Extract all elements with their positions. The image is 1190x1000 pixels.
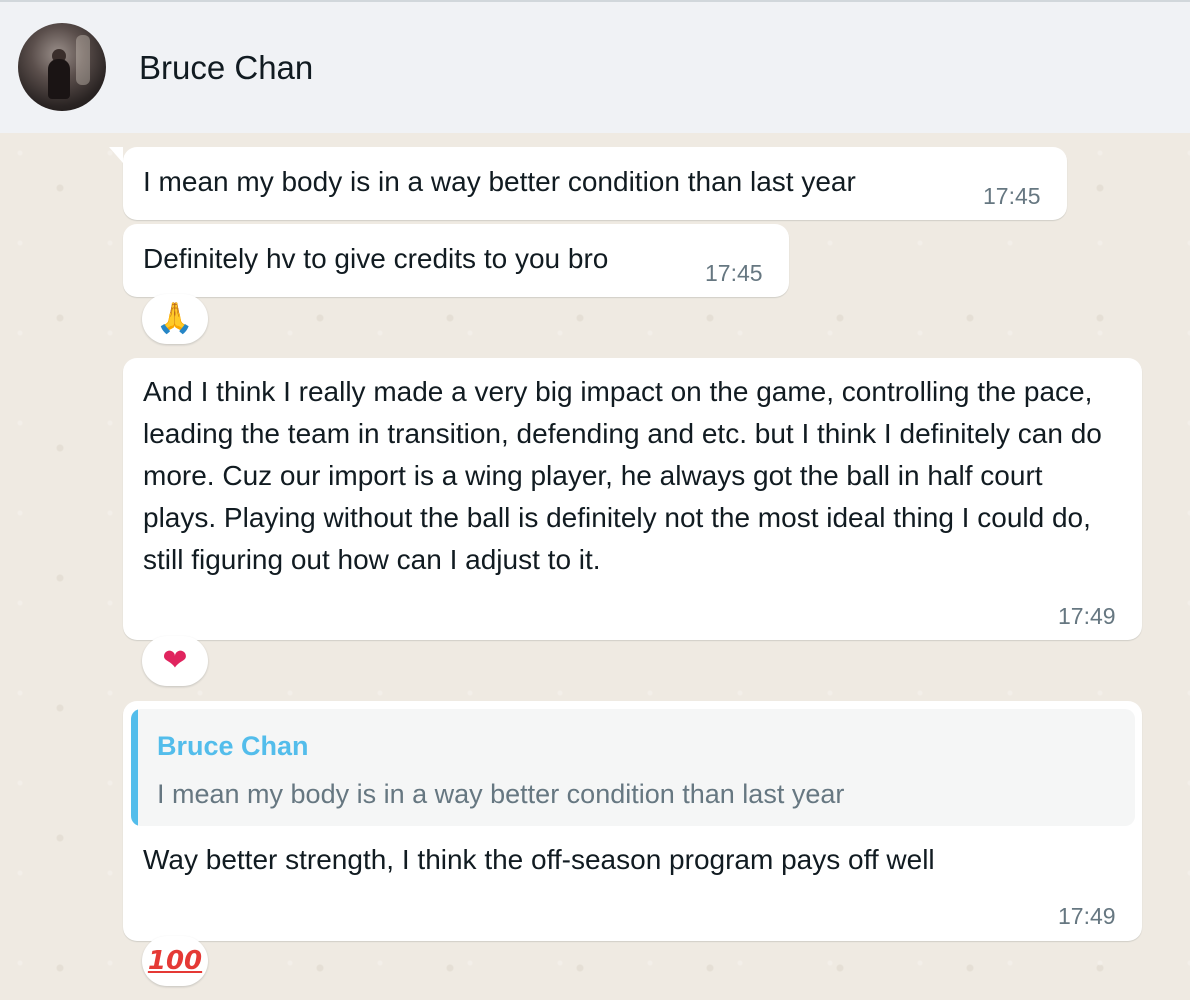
message-bubble[interactable]: Definitely hv to give credits to you bro…: [123, 224, 789, 297]
bubble-tail: [109, 147, 123, 163]
message-text: I mean my body is in a way better condit…: [143, 166, 856, 197]
message-text: Way better strength, I think the off-sea…: [143, 844, 935, 875]
contact-name[interactable]: Bruce Chan: [139, 48, 313, 88]
reply-message-bubble[interactable]: Bruce Chan I mean my body is in a way be…: [123, 701, 1142, 941]
message-time: 17:49: [1058, 903, 1116, 929]
hundred-points-icon[interactable]: 100: [142, 936, 208, 986]
message-text: Definitely hv to give credits to you bro: [143, 243, 609, 274]
quoted-text: I mean my body is in a way better condit…: [157, 779, 845, 809]
message-bubble[interactable]: I mean my body is in a way better condit…: [109, 147, 1067, 220]
avatar-photo-light: [76, 35, 90, 85]
avatar[interactable]: [18, 23, 106, 111]
message-time: 17:49: [1058, 603, 1116, 629]
quote-accent-bar: [131, 709, 138, 826]
quoted-message[interactable]: Bruce Chan I mean my body is in a way be…: [131, 709, 1135, 826]
folded-hands-icon[interactable]: 🙏: [142, 294, 208, 344]
chat-header: Bruce Chan: [0, 0, 1190, 133]
message-time: 17:45: [983, 183, 1041, 209]
red-heart-icon[interactable]: ❤: [142, 636, 208, 686]
message-bubble[interactable]: And I think I really made a very big imp…: [123, 358, 1142, 640]
message-list: I mean my body is in a way better condit…: [0, 133, 1190, 1000]
quoted-sender-name: Bruce Chan: [157, 731, 309, 761]
avatar-photo-figure: [48, 59, 70, 99]
message-text: And I think I really made a very big imp…: [143, 376, 1102, 575]
message-time: 17:45: [705, 260, 763, 286]
